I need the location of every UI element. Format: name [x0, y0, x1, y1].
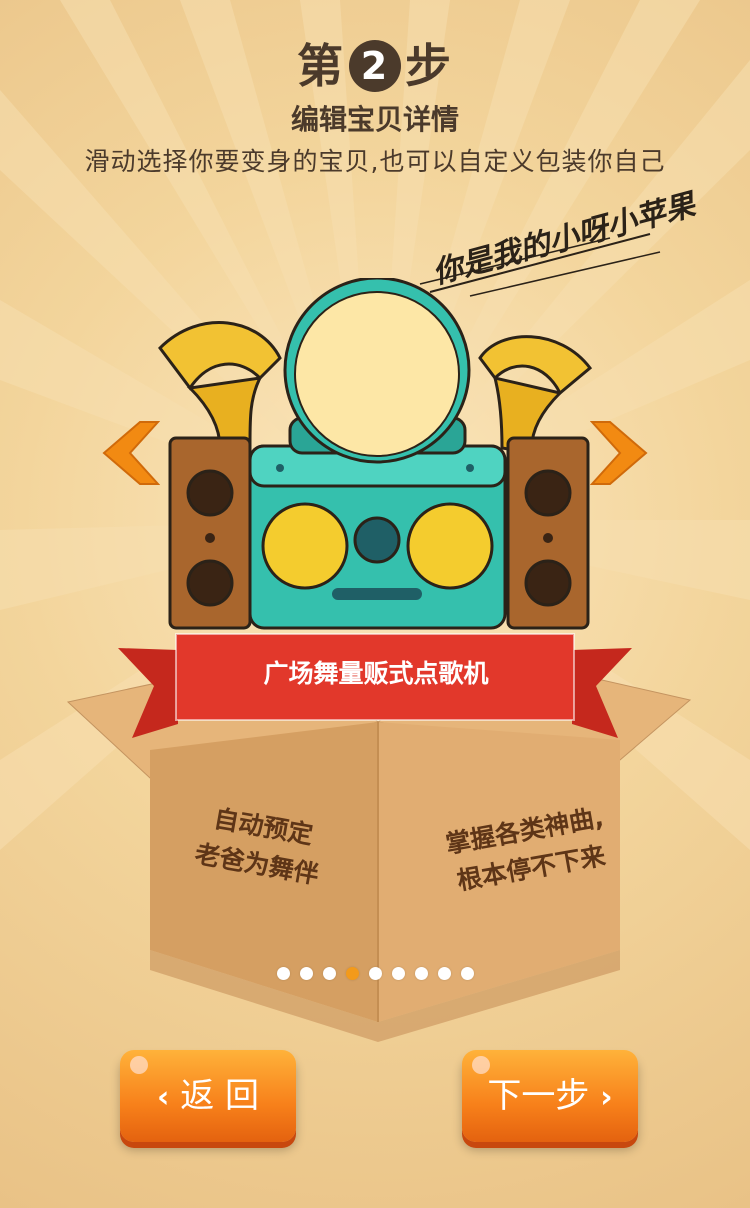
- product-illustration-jukebox[interactable]: [140, 278, 610, 638]
- right-speaker-icon: [506, 436, 590, 630]
- pagination-dot[interactable]: [322, 967, 336, 980]
- right-horn-icon: [478, 335, 593, 455]
- left-speaker-icon: [168, 436, 252, 630]
- pagination-dot[interactable]: [276, 967, 290, 980]
- pagination-dot[interactable]: [437, 967, 451, 980]
- pagination-dot[interactable]: [368, 967, 382, 980]
- chevron-right-icon: ›: [600, 1080, 613, 1115]
- product-name-label: 广场舞量贩式点歌机: [263, 659, 489, 688]
- avatar-frame-icon: [283, 278, 471, 464]
- step-suffix: 步: [405, 39, 453, 93]
- chevron-left-icon: ‹: [157, 1080, 170, 1115]
- step-title: 第2步: [0, 30, 750, 96]
- back-button-label: 返 回: [180, 1076, 259, 1116]
- next-button-label: 下一步: [487, 1076, 590, 1116]
- page-description: 滑动选择你要变身的宝贝,也可以自定义包装你自己: [84, 147, 666, 176]
- pagination-dot[interactable]: [460, 967, 474, 980]
- next-step-button[interactable]: 下一步 ›: [462, 1050, 638, 1142]
- radio-body-icon: [248, 444, 507, 630]
- step-prefix: 第: [297, 39, 345, 93]
- page-subtitle: 编辑宝贝详情: [290, 103, 459, 136]
- pagination-dot-active[interactable]: [345, 967, 359, 980]
- back-button[interactable]: ‹ 返 回: [120, 1050, 296, 1142]
- step-number-badge: 2: [349, 39, 401, 92]
- pagination-dot[interactable]: [391, 967, 405, 980]
- pagination-dot[interactable]: [299, 967, 313, 980]
- left-horn-icon: [158, 321, 282, 450]
- carousel-pagination: [0, 965, 750, 983]
- pagination-dot[interactable]: [414, 967, 428, 980]
